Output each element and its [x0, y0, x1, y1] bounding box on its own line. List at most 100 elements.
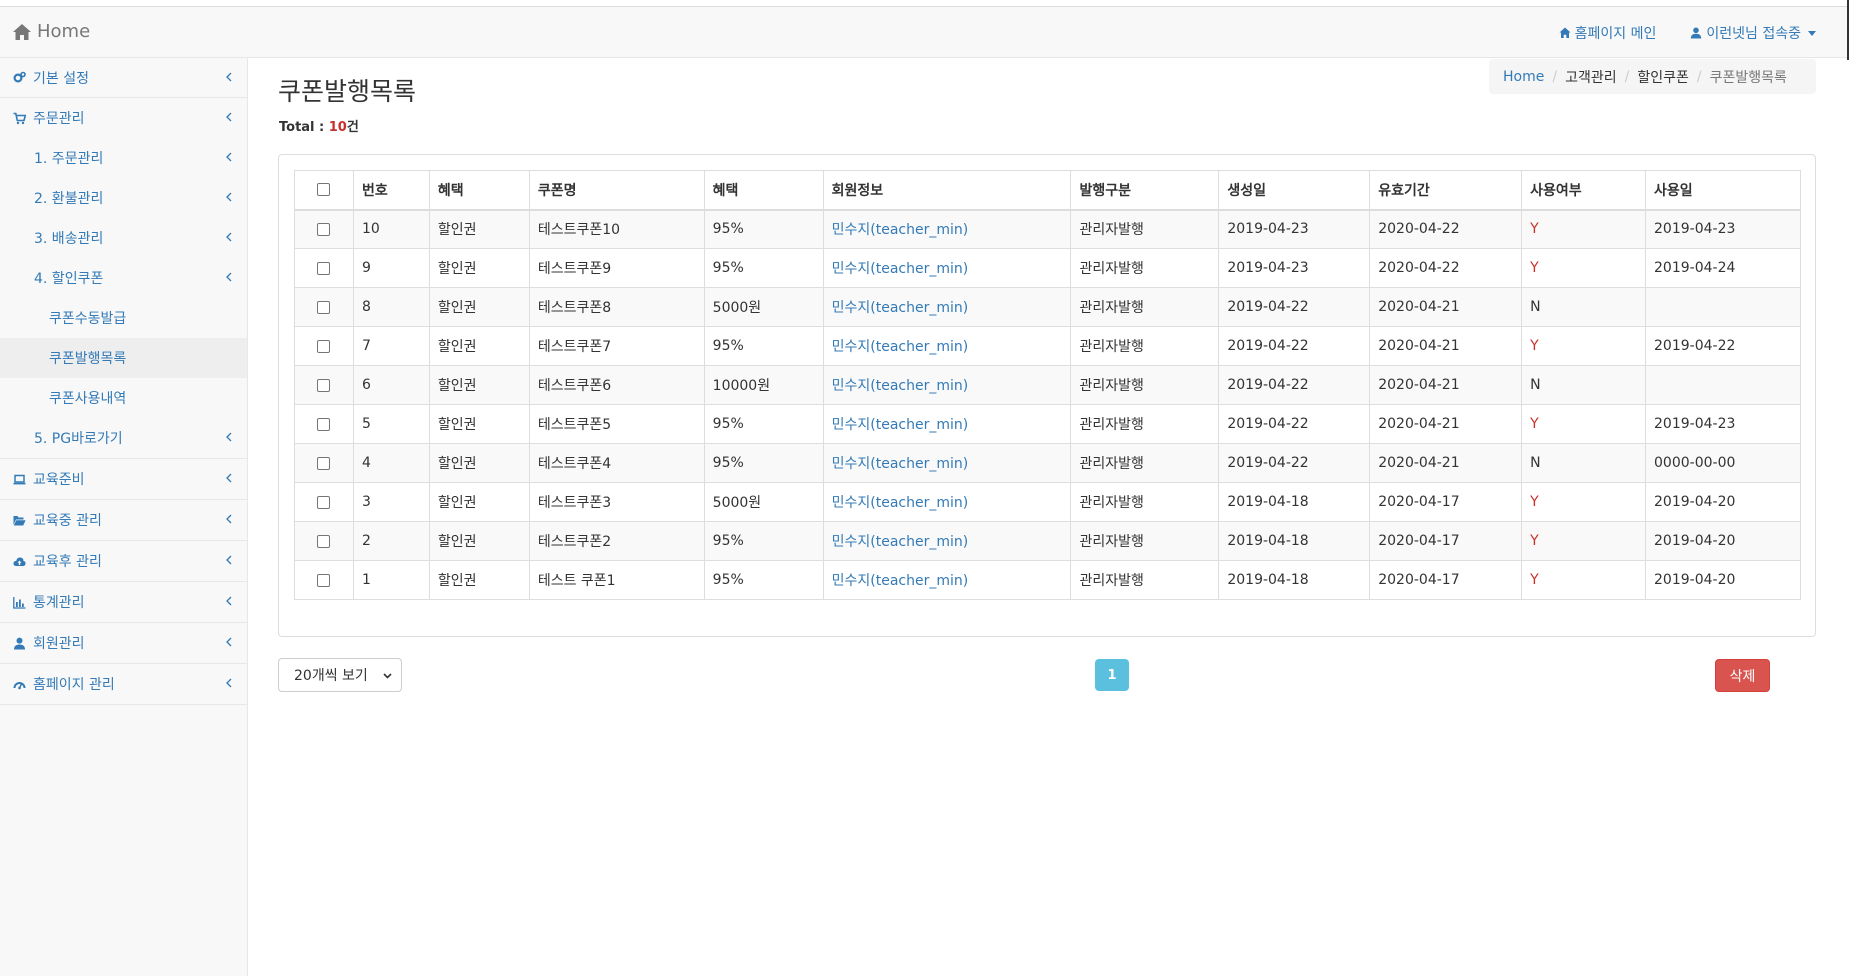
cell-number: 3: [352, 482, 430, 522]
cell-member-info[interactable]: 민수지(teacher_min): [822, 365, 1072, 405]
home-icon: [13, 23, 31, 40]
cell-issue-type: 관리자발행: [1070, 482, 1220, 522]
row-checkbox[interactable]: [317, 300, 331, 314]
cell-used-date: [1645, 365, 1801, 405]
cell-member-info[interactable]: 민수지(teacher_min): [822, 560, 1072, 600]
brand-label: Home: [37, 21, 91, 42]
cell-number: 1: [352, 560, 430, 600]
cell-created-date: 2019-04-22: [1218, 365, 1371, 405]
sidebar-item-orders[interactable]: 주문관리: [0, 98, 247, 138]
cell-valid-until: 2020-04-21: [1369, 287, 1523, 327]
chevron-left-icon: [226, 272, 232, 282]
breadcrumb-home[interactable]: Home: [1503, 69, 1544, 85]
cell-used-flag: Y: [1521, 326, 1647, 366]
row-checkbox[interactable]: [317, 378, 331, 392]
sidebar-item-label: 회원관리: [33, 636, 85, 652]
cell-member-info[interactable]: 민수지(teacher_min): [822, 521, 1072, 561]
sidebar-item-statistics[interactable]: 통계관리: [0, 582, 247, 623]
cell-member-info[interactable]: 민수지(teacher_min): [822, 326, 1072, 366]
cell-benefit: 95%: [703, 326, 824, 366]
cell-created-date: 2019-04-23: [1218, 209, 1371, 249]
cell-member-info[interactable]: 민수지(teacher_min): [822, 248, 1072, 288]
sidebar-sub-delivery-manage[interactable]: 3. 배송관리: [0, 218, 247, 258]
sidebar-subsub-coupon-issue-list[interactable]: 쿠폰발행목록: [0, 338, 247, 378]
sidebar-item-label: 교육후 관리: [33, 554, 102, 570]
delete-button[interactable]: 삭제: [1715, 659, 1770, 692]
pagination-page-1[interactable]: 1: [1095, 659, 1129, 691]
select-all-checkbox[interactable]: [317, 183, 331, 197]
cell-coupon-name: 테스트쿠폰6: [528, 365, 705, 405]
row-select-cell: [294, 482, 354, 522]
homepage-main-link[interactable]: 홈페이지 메인: [1559, 23, 1656, 43]
row-checkbox[interactable]: [317, 222, 331, 236]
sidebar-sub-pg-shortcut[interactable]: 5. PG바로가기: [0, 418, 247, 458]
page-size-value: 20개씩 보기: [294, 668, 368, 684]
cell-created-date: 2019-04-18: [1218, 560, 1371, 600]
row-checkbox[interactable]: [317, 534, 331, 548]
column-header: 번호: [352, 170, 430, 211]
cell-member-info[interactable]: 민수지(teacher_min): [822, 209, 1072, 249]
sidebar-sub-label: 3. 배송관리: [34, 231, 104, 247]
cell-valid-until: 2020-04-21: [1369, 365, 1523, 405]
cell-created-date: 2019-04-22: [1218, 404, 1371, 444]
cell-number: 8: [352, 287, 430, 327]
sidebar-item-label: 홈페이지 관리: [33, 677, 115, 693]
sidebar-subsub-coupon-usage-history[interactable]: 쿠폰사용내역: [0, 378, 247, 418]
cell-used-flag: Y: [1521, 404, 1647, 444]
row-checkbox[interactable]: [317, 261, 331, 275]
column-header: 혜택: [428, 170, 530, 211]
chevron-left-icon: [226, 473, 232, 483]
cell-benefit-type: 할인권: [428, 287, 530, 327]
sidebar-item-label: 주문관리: [33, 111, 85, 127]
table-row: 1 할인권 테스트 쿠폰1 95% 민수지(teacher_min) 관리자발행 2019-…: [294, 560, 1801, 600]
sidebar-item-edu-after[interactable]: 교육후 관리: [0, 541, 247, 582]
cell-benefit: 5000원: [703, 482, 824, 522]
cell-benefit: 95%: [703, 248, 824, 288]
chevron-left-icon: [226, 192, 232, 202]
cell-member-info[interactable]: 민수지(teacher_min): [822, 287, 1072, 327]
sidebar-sub-order-manage[interactable]: 1. 주문관리: [0, 138, 247, 178]
row-checkbox[interactable]: [317, 573, 331, 587]
table-row: 2 할인권 테스트쿠폰2 95% 민수지(teacher_min) 관리자발행 2019-0…: [294, 521, 1801, 561]
chevron-left-icon: [226, 152, 232, 162]
breadcrumb-customer-manage[interactable]: 고객관리: [1565, 67, 1617, 87]
chevron-left-icon: [226, 112, 232, 122]
sidebar-item-edu-prep[interactable]: 교육준비: [0, 459, 247, 500]
sidebar-subsub-label: 쿠폰사용내역: [49, 391, 127, 407]
user-menu-dropdown[interactable]: 이런넷님 접속중: [1690, 23, 1816, 43]
cell-number: 4: [352, 443, 430, 483]
row-checkbox[interactable]: [317, 417, 331, 431]
sidebar-item-members[interactable]: 회원관리: [0, 623, 247, 664]
cell-member-info[interactable]: 민수지(teacher_min): [822, 404, 1072, 444]
sidebar-sub-refund-manage[interactable]: 2. 환불관리: [0, 178, 247, 218]
sidebar-item-edu-in-progress[interactable]: 교육중 관리: [0, 500, 247, 541]
sidebar-item-homepage-manage[interactable]: 홈페이지 관리: [0, 664, 247, 705]
sidebar-item-basic-settings[interactable]: 기본 설정: [0, 58, 247, 98]
user-icon: [1691, 27, 1702, 39]
brand-home-link[interactable]: Home: [12, 21, 90, 42]
sidebar-subsub-coupon-manual-issue[interactable]: 쿠폰수동발급: [0, 298, 247, 338]
breadcrumb-discount-coupon[interactable]: 할인쿠폰: [1637, 67, 1689, 87]
chevron-left-icon: [226, 637, 232, 647]
chevron-down-icon: [383, 673, 392, 679]
cell-benefit-type: 할인권: [428, 482, 530, 522]
row-checkbox[interactable]: [317, 456, 331, 470]
sidebar-sub-discount-coupon[interactable]: 4. 할인쿠폰: [0, 258, 247, 298]
cell-benefit: 95%: [703, 560, 824, 600]
sidebar-item-label: 통계관리: [33, 595, 85, 611]
cell-member-info[interactable]: 민수지(teacher_min): [822, 482, 1072, 522]
cell-issue-type: 관리자발행: [1070, 521, 1220, 561]
chevron-left-icon: [226, 514, 232, 524]
home-icon: [1559, 27, 1571, 38]
cell-coupon-name: 테스트쿠폰10: [528, 209, 705, 249]
dashboard-icon: [13, 678, 26, 691]
row-checkbox[interactable]: [317, 339, 331, 353]
cell-member-info[interactable]: 민수지(teacher_min): [822, 443, 1072, 483]
column-header: 발행구분: [1070, 170, 1220, 211]
cell-issue-type: 관리자발행: [1070, 287, 1220, 327]
cell-used-date: [1645, 287, 1801, 327]
table-row: 7 할인권 테스트쿠폰7 95% 민수지(teacher_min) 관리자발행 2019-0…: [294, 326, 1801, 366]
table-header-row: 번호 혜택 쿠폰명 혜택 회원정보 발행구분 생성일 유효기간 사용여부 사용일: [294, 170, 1801, 211]
page-size-select[interactable]: 20개씩 보기: [278, 658, 402, 692]
row-checkbox[interactable]: [317, 495, 331, 509]
